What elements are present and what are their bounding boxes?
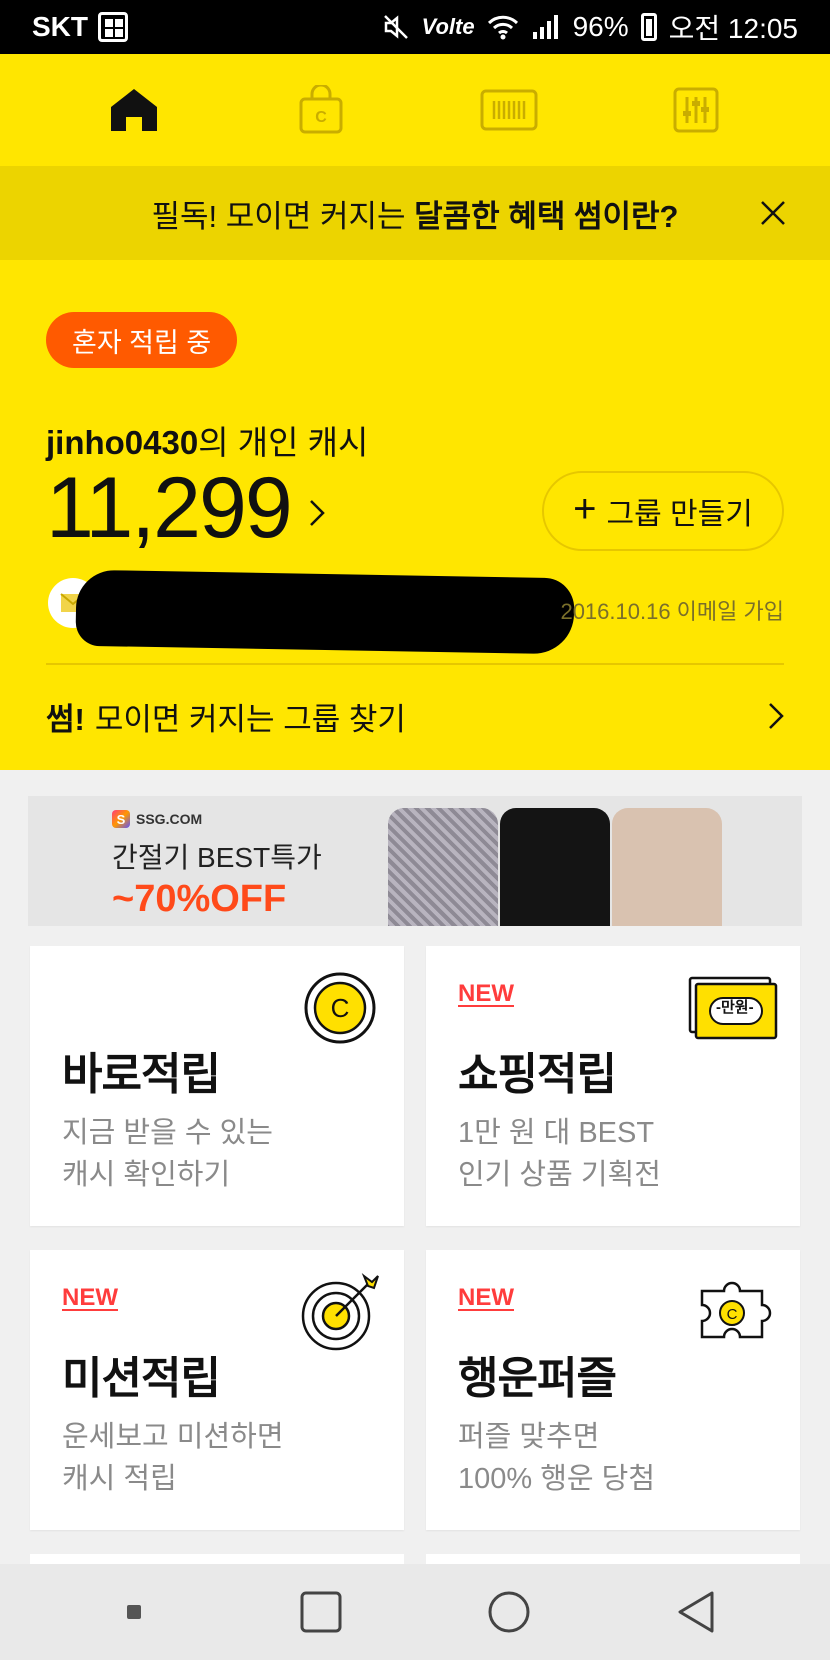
plus-icon: + xyxy=(573,487,597,531)
find-group-text: 모이면 커지는 그룹 찾기 xyxy=(94,701,406,737)
notice-text-prefix: 필독! 모이면 커지는 xyxy=(151,198,415,234)
settings-sliders-icon xyxy=(673,87,719,133)
puzzle-icon: C xyxy=(688,1270,778,1354)
coat-image-black xyxy=(500,808,610,926)
ssg-logo-icon: S xyxy=(112,810,130,828)
notice-banner[interactable]: 필독! 모이면 커지는 달콤한 혜택 썸이란? xyxy=(0,166,830,260)
cash-balance[interactable]: 11,299 xyxy=(46,459,325,558)
chevron-right-icon xyxy=(309,499,325,526)
svg-text:C: C xyxy=(727,1306,738,1323)
battery-icon xyxy=(640,13,657,41)
card-description: 퍼즐 맞추면 100% 행운 당첨 xyxy=(458,1416,655,1500)
svg-text:C: C xyxy=(331,993,350,1023)
card-desc-line: 퍼즐 맞추면 xyxy=(458,1421,600,1453)
ssg-brand: S SSG.COM xyxy=(112,810,322,828)
voucher-icon: -만원- xyxy=(688,966,778,1050)
card-desc-line: 캐시 확인하기 xyxy=(62,1159,231,1191)
header-area: C 필독! 모이면 커지는 달콤한 혜택 썸이란? 혼자 적립 중 jinho0… xyxy=(0,54,830,770)
user-cash-label: jinho0430의 개인 캐시 xyxy=(46,416,368,464)
banner-discount: ~70%OFF xyxy=(112,878,287,920)
join-info: 2016.10.16 이메일 가입 xyxy=(560,599,784,624)
card-mission-reward[interactable]: NEW 미션적립 운세보고 미션하면 캐시 적립 xyxy=(30,1250,404,1530)
mute-icon xyxy=(383,15,408,39)
card-desc-line: 캐시 적립 xyxy=(62,1463,177,1495)
battery-percent: 96% xyxy=(572,11,629,42)
volte-label: Volte xyxy=(421,14,475,39)
card-lucky-puzzle[interactable]: NEW C 행운퍼즐 퍼즐 맞추면 100% 행운 당첨 xyxy=(426,1250,800,1530)
status-badge: 혼자 적립 중 xyxy=(46,312,238,368)
circle-icon xyxy=(488,1591,530,1633)
tab-shopping[interactable]: C xyxy=(281,70,361,150)
top-nav: C xyxy=(0,54,830,166)
card-description: 1만 원 대 BEST 인기 상품 기획전 xyxy=(458,1112,661,1196)
new-badge: NEW xyxy=(458,1284,514,1311)
create-group-label: 그룹 만들기 xyxy=(606,498,753,531)
coat-image-check xyxy=(388,808,498,926)
wifi-icon xyxy=(487,15,518,40)
banner-text: S SSG.COM 간절기 BEST특가 ~70%OFF xyxy=(112,810,322,921)
notice-text-bold: 달콤한 혜택 썸이란? xyxy=(414,198,679,234)
new-badge: NEW xyxy=(458,980,514,1007)
card-title: 미션적립 xyxy=(62,1354,221,1403)
card-title: 쇼핑적립 xyxy=(458,1050,617,1099)
divider xyxy=(46,663,784,665)
home-button[interactable] xyxy=(479,1582,539,1642)
chevron-right-icon xyxy=(769,703,784,729)
banner-brand: SSG.COM xyxy=(136,811,203,827)
qr-icon xyxy=(98,12,128,42)
target-icon xyxy=(298,1270,382,1354)
status-bar: SKT Volte 96% 오전 12:05 xyxy=(0,0,830,54)
tab-settings[interactable] xyxy=(656,70,736,150)
user-suffix: 의 개인 캐시 xyxy=(198,424,369,461)
redacted-area xyxy=(75,569,575,655)
profile-info: 2016.10.16 이메일 가입 xyxy=(46,569,784,655)
card-desc-line: 100% 행운 당첨 xyxy=(458,1463,656,1495)
voucher-label: -만원- xyxy=(716,999,754,1016)
clock: 오전 12:05 xyxy=(668,13,798,44)
card-desc-line: 지금 받을 수 있는 xyxy=(62,1117,273,1149)
cash-amount: 11,299 xyxy=(46,460,293,556)
barcode-icon xyxy=(480,89,538,131)
system-nav-bar xyxy=(0,1564,830,1660)
back-triangle-icon xyxy=(678,1591,714,1633)
create-group-button[interactable]: + 그룹 만들기 xyxy=(542,471,784,551)
banner-title: 간절기 BEST특가 xyxy=(112,842,322,873)
square-icon xyxy=(300,1591,342,1633)
coat-image-beige xyxy=(612,808,722,926)
svg-text:C: C xyxy=(315,109,327,126)
user-id: jinho0430 xyxy=(46,424,199,461)
signal-icon xyxy=(532,15,558,39)
back-button[interactable] xyxy=(666,1582,726,1642)
shopping-bag-icon: C xyxy=(299,85,343,134)
card-desc-line: 인기 상품 기획전 xyxy=(458,1159,661,1191)
ad-banner[interactable]: S SSG.COM 간절기 BEST특가 ~70%OFF xyxy=(28,796,802,926)
close-icon xyxy=(761,201,785,225)
home-icon xyxy=(110,89,157,131)
card-title: 바로적립 xyxy=(62,1050,221,1099)
menu-dot-button[interactable] xyxy=(104,1582,164,1642)
card-desc-line: 1만 원 대 BEST xyxy=(458,1117,655,1149)
coin-icon: C xyxy=(298,966,382,1050)
card-partial xyxy=(426,1554,800,1564)
find-group-link[interactable]: 썸! 모이면 커지는 그룹 찾기 xyxy=(46,686,784,746)
tab-home[interactable] xyxy=(94,70,174,150)
card-desc-line: 운세보고 미션하면 xyxy=(62,1421,284,1453)
dot-icon xyxy=(126,1605,141,1619)
card-description: 운세보고 미션하면 캐시 적립 xyxy=(62,1416,284,1500)
card-title: 행운퍼즐 xyxy=(458,1354,617,1403)
tab-barcode[interactable] xyxy=(469,70,549,150)
status-right: Volte 96% 오전 12:05 xyxy=(382,7,798,47)
card-partial xyxy=(30,1554,404,1564)
card-description: 지금 받을 수 있는 캐시 확인하기 xyxy=(62,1112,273,1196)
recents-button[interactable] xyxy=(291,1582,351,1642)
find-group-bold: 썸! xyxy=(46,701,85,737)
notice-close-button[interactable] xyxy=(752,192,794,234)
status-left: SKT xyxy=(32,11,128,43)
carrier-label: SKT xyxy=(32,11,88,42)
new-badge: NEW xyxy=(62,1284,118,1311)
card-instant-reward[interactable]: C 바로적립 지금 받을 수 있는 캐시 확인하기 xyxy=(30,946,404,1226)
card-shopping-reward[interactable]: NEW -만원- 쇼핑적립 1만 원 대 BEST 인기 상품 기획전 xyxy=(426,946,800,1226)
